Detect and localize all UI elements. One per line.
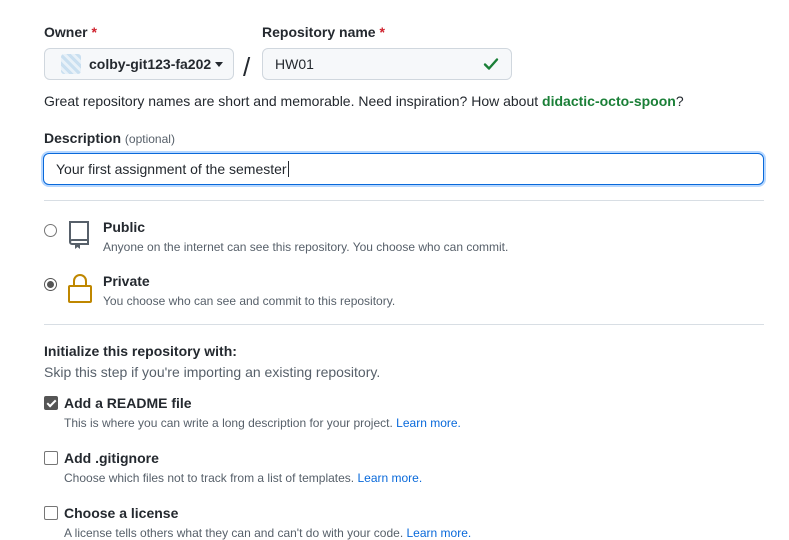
text-cursor xyxy=(287,161,289,177)
public-title: Public xyxy=(103,219,146,235)
description-input[interactable]: Your first assignment of the semester xyxy=(43,153,764,185)
repo-name-input[interactable]: HW01 xyxy=(262,48,512,80)
private-title: Private xyxy=(103,273,150,289)
readme-desc: This is where you can write a long descr… xyxy=(64,416,461,430)
divider xyxy=(44,324,764,325)
gitignore-desc: Choose which files not to track from a l… xyxy=(64,471,423,485)
repo-name-value: HW01 xyxy=(275,56,314,72)
init-subtitle: Skip this step if you're importing an ex… xyxy=(44,364,381,380)
license-checkbox[interactable] xyxy=(44,506,58,520)
readme-checkbox[interactable] xyxy=(44,396,58,410)
gitignore-learn-more-link[interactable]: Learn more. xyxy=(357,471,422,485)
readme-title: Add a README file xyxy=(64,395,192,411)
license-learn-more-link[interactable]: Learn more. xyxy=(407,526,472,540)
public-subtitle: Anyone on the internet can see this repo… xyxy=(103,240,509,254)
path-separator: / xyxy=(243,52,251,82)
avatar xyxy=(61,54,81,74)
name-suggestion-link[interactable]: didactic-octo-spoon xyxy=(542,93,676,109)
private-radio[interactable] xyxy=(44,278,57,291)
private-subtitle: You choose who can see and commit to thi… xyxy=(103,294,396,308)
name-hint: Great repository names are short and mem… xyxy=(44,93,684,109)
check-icon xyxy=(483,58,499,70)
public-radio[interactable] xyxy=(44,224,57,237)
description-label: Description (optional) xyxy=(44,130,175,146)
owner-value: colby-git123-fa202 xyxy=(89,56,212,72)
license-title: Choose a license xyxy=(64,505,179,521)
repo-name-label: Repository name * xyxy=(262,24,385,40)
gitignore-title: Add .gitignore xyxy=(64,450,159,466)
gitignore-checkbox[interactable] xyxy=(44,451,58,465)
readme-learn-more-link[interactable]: Learn more. xyxy=(396,416,461,430)
owner-dropdown[interactable]: colby-git123-fa202 xyxy=(44,48,234,80)
divider xyxy=(44,200,764,201)
caret-down-icon xyxy=(215,61,224,67)
init-title: Initialize this repository with: xyxy=(44,343,237,359)
owner-label: Owner * xyxy=(44,24,97,40)
description-value: Your first assignment of the semester xyxy=(56,161,287,177)
repo-icon xyxy=(69,221,89,249)
license-desc: A license tells others what they can and… xyxy=(64,526,472,540)
lock-icon xyxy=(68,274,92,303)
